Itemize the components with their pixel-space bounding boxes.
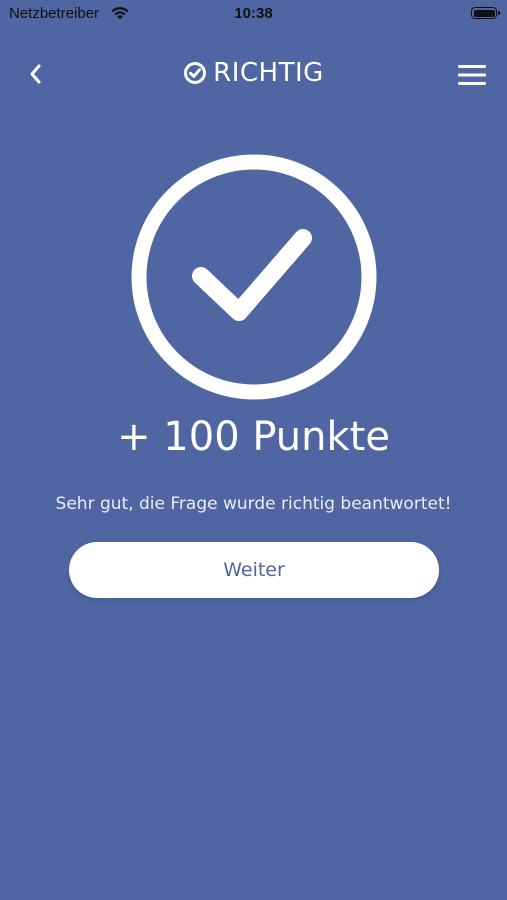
status-bar: Netzbetreiber 10:38 (0, 0, 507, 30)
points-awarded: + 100 Punkte (117, 414, 390, 460)
page-title: RICHTIG (213, 58, 324, 88)
check-circle-large-icon (131, 154, 377, 400)
menu-button[interactable] (457, 64, 487, 86)
page-title-group: RICHTIG (0, 58, 507, 88)
continue-button[interactable]: Weiter (69, 542, 439, 598)
continue-button-label: Weiter (223, 559, 285, 581)
hamburger-menu-icon (458, 65, 486, 85)
result-message: Sehr gut, die Frage wurde richtig beantw… (55, 494, 452, 514)
check-circle-icon (184, 62, 207, 84)
navigation-bar: RICHTIG (0, 50, 507, 100)
battery-icon (471, 7, 500, 19)
clock: 10:38 (234, 5, 273, 22)
